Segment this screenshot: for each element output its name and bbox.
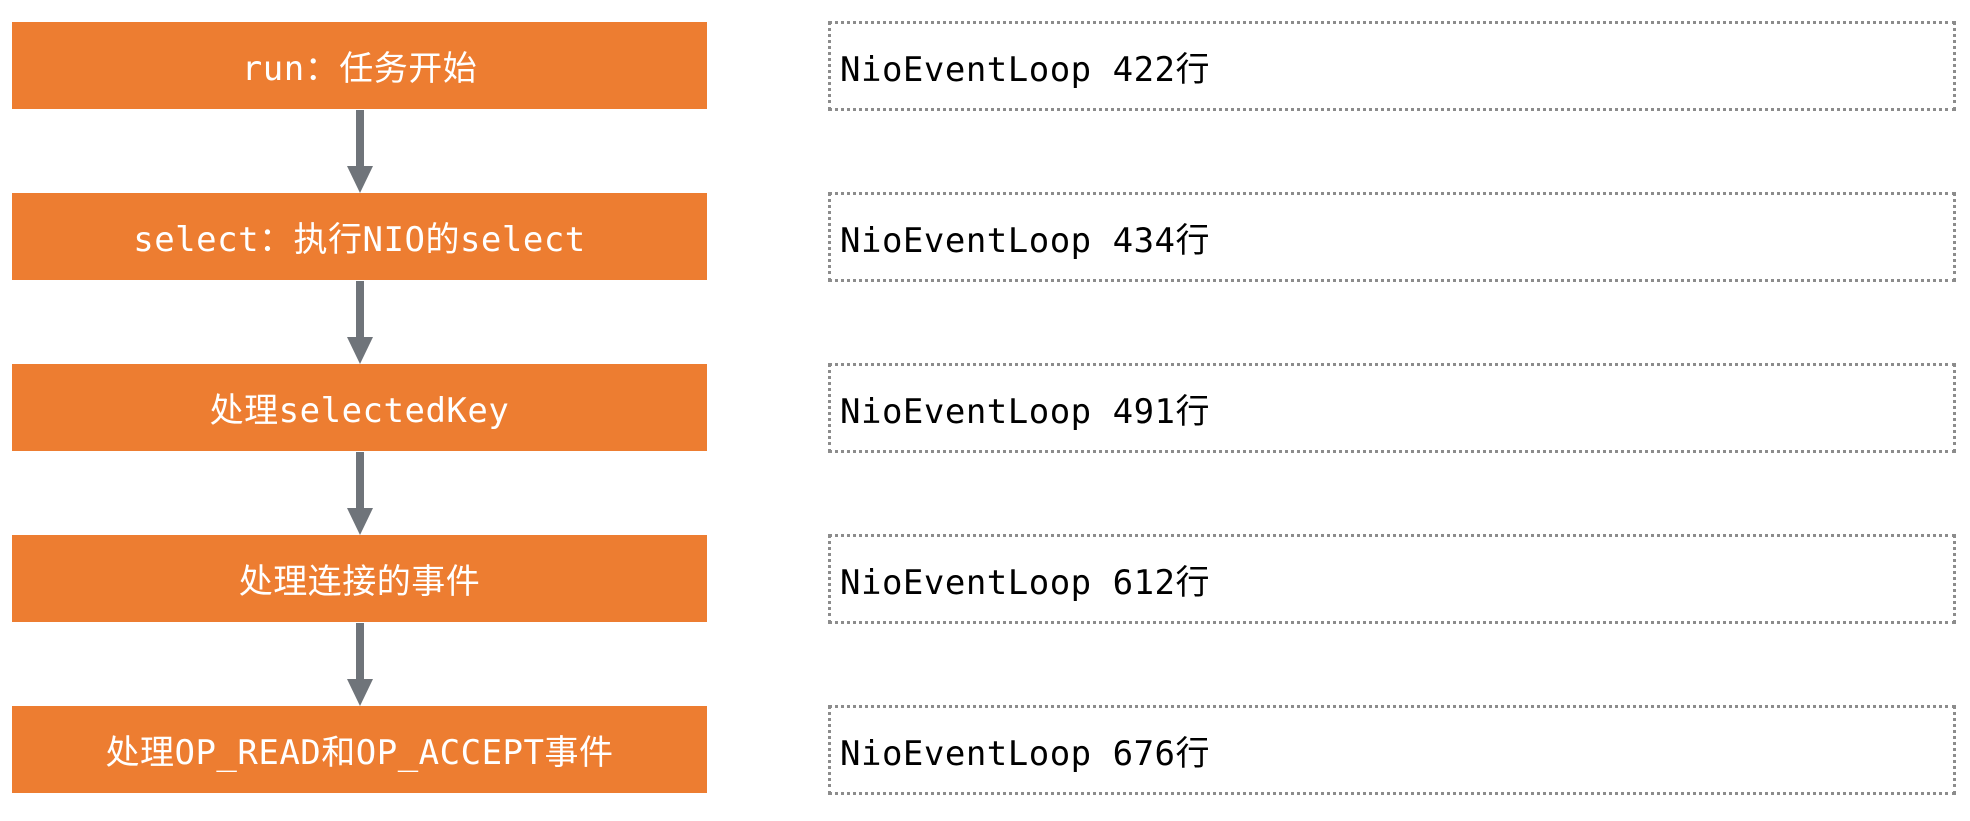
arrow-down-icon <box>347 110 373 193</box>
note-label: NioEventLoop 434行 <box>840 220 1211 261</box>
note-nioeventloop-676: NioEventLoop 676行 <box>828 705 1956 795</box>
note-nioeventloop-422: NioEventLoop 422行 <box>828 21 1956 111</box>
step-label: 处理连接的事件 <box>238 562 481 602</box>
note-nioeventloop-434: NioEventLoop 434行 <box>828 192 1956 282</box>
arrow-down-icon <box>347 281 373 364</box>
note-label: NioEventLoop 676行 <box>840 733 1211 774</box>
step-select-nio: select：执行NIO的select <box>12 193 707 280</box>
step-label: select：执行NIO的select <box>133 220 586 260</box>
note-label: NioEventLoop 422行 <box>840 49 1211 90</box>
step-process-connection-events: 处理连接的事件 <box>12 535 707 622</box>
step-process-read-accept-events: 处理OP_READ和OP_ACCEPT事件 <box>12 706 707 793</box>
step-label: 处理selectedKey <box>209 391 510 431</box>
note-nioeventloop-612: NioEventLoop 612行 <box>828 534 1956 624</box>
step-label: run：任务开始 <box>241 49 478 89</box>
note-label: NioEventLoop 612行 <box>840 562 1211 603</box>
step-label: 处理OP_READ和OP_ACCEPT事件 <box>105 733 614 773</box>
note-nioeventloop-491: NioEventLoop 491行 <box>828 363 1956 453</box>
arrow-down-icon <box>347 452 373 535</box>
arrow-down-icon <box>347 623 373 706</box>
note-label: NioEventLoop 491行 <box>840 391 1211 432</box>
step-process-selected-key: 处理selectedKey <box>12 364 707 451</box>
step-run-task-start: run：任务开始 <box>12 22 707 109</box>
